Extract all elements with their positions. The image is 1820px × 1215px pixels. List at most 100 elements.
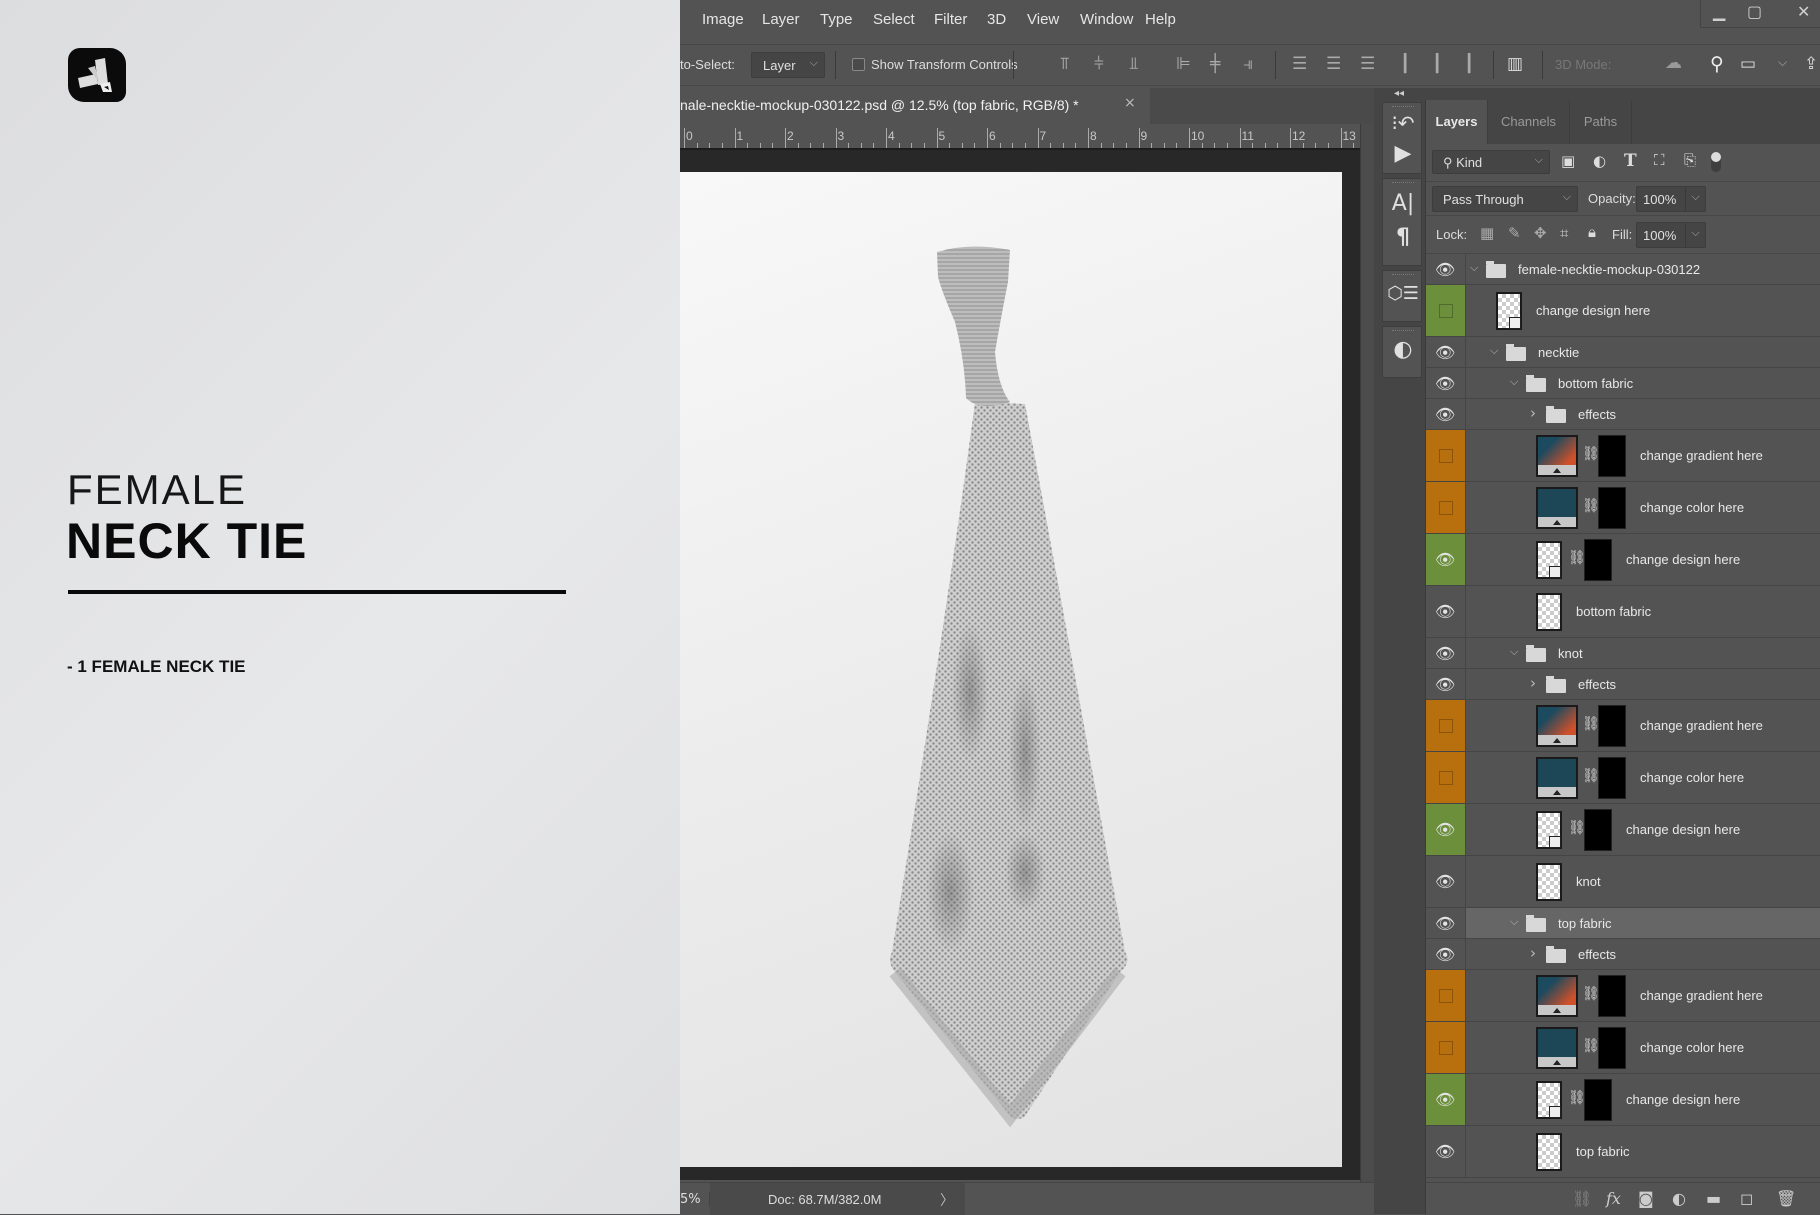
- smart-object-thumbnail[interactable]: [1496, 292, 1522, 330]
- align-top-icon[interactable]: ⫪: [1060, 54, 1070, 74]
- character-icon[interactable]: A|: [1383, 191, 1423, 216]
- adjustments-icon[interactable]: ◐: [1383, 337, 1423, 362]
- visibility-toggle[interactable]: 👁︎: [1426, 1074, 1466, 1125]
- layer-row[interactable]: 👁︎ top fabric: [1426, 1126, 1820, 1178]
- layer-row[interactable]: 👁︎ ⌵ knot: [1426, 638, 1820, 669]
- lock-artboard-icon[interactable]: ⌗: [1560, 224, 1568, 242]
- chevron-down-icon[interactable]: ⌵: [1510, 915, 1518, 929]
- visibility-toggle[interactable]: 👁︎: [1426, 638, 1466, 668]
- chevron-down-icon[interactable]: ⌵: [1685, 187, 1705, 211]
- visibility-toggle[interactable]: [1426, 752, 1466, 803]
- lock-image-icon[interactable]: ✎: [1508, 224, 1521, 242]
- opacity-input[interactable]: 100% ⌵: [1636, 186, 1706, 212]
- orbit-3d-icon[interactable]: ☁: [1665, 53, 1682, 73]
- gradient-fill-thumbnail[interactable]: [1536, 435, 1578, 477]
- align-vcenter-icon[interactable]: ⫩: [1094, 54, 1104, 74]
- visibility-toggle[interactable]: 👁︎: [1426, 804, 1466, 855]
- smart-object-thumbnail[interactable]: [1536, 811, 1562, 849]
- align-hcenter-icon[interactable]: ╪: [1210, 54, 1220, 74]
- visibility-toggle[interactable]: 👁︎: [1426, 534, 1466, 585]
- add-mask-icon[interactable]: ◙: [1638, 1189, 1654, 1208]
- close-button[interactable]: ✕: [1797, 2, 1810, 21]
- visibility-toggle[interactable]: 👁︎: [1426, 856, 1466, 907]
- smart-object-thumbnail[interactable]: [1536, 1081, 1562, 1119]
- visibility-toggle[interactable]: 👁︎: [1426, 908, 1466, 938]
- auto-select-dropdown[interactable]: Layer ⌵: [751, 52, 825, 78]
- status-menu-arrow[interactable]: 〉: [940, 1190, 954, 1210]
- blend-mode-dropdown[interactable]: Pass Through ⌵: [1432, 186, 1578, 212]
- lock-all-icon[interactable]: 🔒︎: [1588, 223, 1596, 241]
- tab-layers[interactable]: Layers: [1426, 100, 1488, 144]
- menu-help[interactable]: Help: [1145, 11, 1176, 28]
- filter-kind-dropdown[interactable]: ⚲ Kind ⌵: [1432, 150, 1550, 174]
- layer-row[interactable]: 👁︎ › effects: [1426, 669, 1820, 700]
- mask-thumbnail[interactable]: [1598, 705, 1626, 747]
- grip[interactable]: [1392, 330, 1414, 332]
- tab-channels[interactable]: Channels: [1488, 100, 1570, 144]
- chevron-right-icon[interactable]: ›: [1530, 404, 1536, 422]
- filter-type-icon[interactable]: T: [1624, 151, 1637, 171]
- layer-row[interactable]: ⛓ change gradient here: [1426, 700, 1820, 752]
- zoom-level[interactable]: 5%: [680, 1192, 710, 1207]
- filter-shape-icon[interactable]: ⛶: [1654, 151, 1665, 169]
- color-fill-thumbnail[interactable]: [1536, 487, 1578, 529]
- mask-thumbnail[interactable]: [1598, 757, 1626, 799]
- visibility-toggle[interactable]: [1426, 285, 1466, 336]
- layer-row[interactable]: 👁︎ ⛓ change design here: [1426, 1074, 1820, 1126]
- distribute-right-icon[interactable]: ┃: [1464, 54, 1474, 74]
- grip[interactable]: [1392, 106, 1414, 108]
- maximize-button[interactable]: ▢: [1747, 2, 1762, 21]
- layer-row[interactable]: 👁︎ ⛓ change design here: [1426, 534, 1820, 586]
- menu-type[interactable]: Type: [820, 11, 853, 28]
- close-tab-icon[interactable]: ×: [1124, 95, 1136, 111]
- menu-view[interactable]: View: [1027, 11, 1059, 28]
- document-tab[interactable]: nale-necktie-mockup-030122.psd @ 12.5% (…: [680, 88, 1150, 124]
- 3d-panel-icon[interactable]: ⬡☰: [1383, 283, 1423, 304]
- fx-icon[interactable]: fx: [1606, 1189, 1621, 1208]
- new-group-icon[interactable]: ▬: [1706, 1189, 1721, 1208]
- menu-window[interactable]: Window: [1080, 11, 1133, 28]
- visibility-toggle[interactable]: [1426, 430, 1466, 481]
- filter-adjustment-icon[interactable]: ◐: [1593, 152, 1606, 170]
- grip[interactable]: [1392, 182, 1414, 184]
- paragraph-icon[interactable]: ¶: [1383, 225, 1423, 250]
- layer-thumbnail[interactable]: [1536, 593, 1562, 631]
- layer-row[interactable]: 👁︎ › effects: [1426, 939, 1820, 970]
- menu-image[interactable]: Image: [702, 11, 744, 28]
- visibility-toggle[interactable]: 👁︎: [1426, 1126, 1466, 1177]
- tab-paths[interactable]: Paths: [1570, 100, 1632, 144]
- chevron-right-icon[interactable]: ›: [1530, 944, 1536, 962]
- gradient-fill-thumbnail[interactable]: [1536, 975, 1578, 1017]
- chevron-down-icon[interactable]: ⌵: [1510, 375, 1518, 389]
- chevron-right-icon[interactable]: ›: [1530, 674, 1536, 692]
- color-fill-thumbnail[interactable]: [1536, 1027, 1578, 1069]
- document-canvas[interactable]: [680, 172, 1342, 1167]
- visibility-toggle[interactable]: 👁︎: [1426, 586, 1466, 637]
- show-transform-checkbox[interactable]: [852, 58, 865, 71]
- visibility-toggle[interactable]: 👁︎: [1426, 254, 1466, 284]
- mask-thumbnail[interactable]: [1598, 1027, 1626, 1069]
- visibility-toggle[interactable]: 👁︎: [1426, 368, 1466, 398]
- mask-thumbnail[interactable]: [1598, 975, 1626, 1017]
- visibility-toggle[interactable]: [1426, 700, 1466, 751]
- filter-pixel-icon[interactable]: ▣: [1561, 152, 1575, 170]
- vertical-scrollbar[interactable]: [1360, 124, 1374, 1184]
- layer-row[interactable]: ⛓ change color here: [1426, 752, 1820, 804]
- history-icon[interactable]: ⁝↶: [1383, 111, 1423, 135]
- auto-align-icon[interactable]: ▥: [1507, 54, 1523, 74]
- link-layers-icon[interactable]: ⛓: [1572, 1189, 1592, 1208]
- visibility-toggle[interactable]: 👁︎: [1426, 939, 1466, 969]
- search-icon[interactable]: ⚲: [1710, 53, 1724, 75]
- chevron-down-icon[interactable]: ⌵: [1470, 261, 1478, 275]
- delete-layer-icon[interactable]: 🗑︎: [1776, 1189, 1796, 1208]
- layer-thumbnail[interactable]: [1536, 1133, 1562, 1171]
- menu-filter[interactable]: Filter: [934, 11, 967, 28]
- visibility-toggle[interactable]: 👁︎: [1426, 669, 1466, 699]
- layer-row[interactable]: 👁︎ bottom fabric: [1426, 586, 1820, 638]
- layer-row[interactable]: 👁︎ ⛓ change design here: [1426, 804, 1820, 856]
- filter-toggle[interactable]: [1711, 152, 1721, 172]
- share-icon[interactable]: ⇪: [1804, 54, 1818, 74]
- chevron-down-icon[interactable]: ⌵: [1685, 223, 1705, 247]
- new-adjustment-icon[interactable]: ◐: [1672, 1189, 1686, 1208]
- layer-thumbnail[interactable]: [1536, 863, 1562, 901]
